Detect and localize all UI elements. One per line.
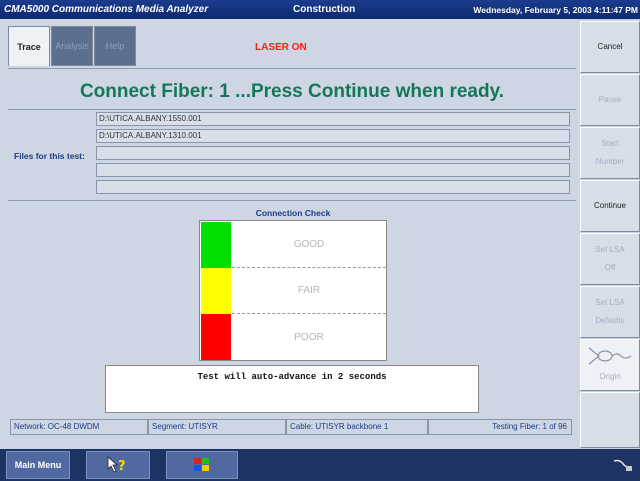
empty-button[interactable]: [580, 392, 640, 448]
tab-analysis[interactable]: Analysis: [51, 26, 93, 66]
network-status: Network: OC-48 DWDM: [10, 419, 148, 435]
testing-status: Testing Fiber: 1 of 96: [428, 419, 572, 435]
connection-meter: GOOD FAIR POOR: [199, 220, 387, 361]
datetime: Wednesday, February 5, 2003 4:11:47 PM: [473, 4, 638, 15]
connector-icon[interactable]: [612, 457, 634, 473]
tab-help[interactable]: Help: [94, 26, 136, 66]
cancel-label: Cancel: [597, 42, 623, 51]
main-menu-label: Main Menu: [14, 460, 62, 470]
continue-button[interactable]: Continue: [580, 180, 640, 232]
help-button[interactable]: ?: [86, 451, 150, 479]
pause-label: Pause: [598, 95, 622, 104]
pause-button[interactable]: Pause: [580, 74, 640, 126]
file-row: D:\UTICA.ALBANY.1310.001: [96, 129, 570, 143]
title-bar: CMA5000 Communications Media Analyzer Co…: [0, 0, 640, 19]
set-lsa-off-button[interactable]: Set LSA Off: [580, 233, 640, 285]
divider: [8, 109, 576, 110]
windows-flag-icon: [194, 458, 209, 471]
level-good: GOOD: [232, 222, 386, 268]
connect-prompt: Connect Fiber: 1 ...Press Continue when …: [79, 81, 505, 102]
svg-text:?: ?: [118, 459, 126, 474]
file-row: [96, 180, 570, 194]
pointer-question-icon: ?: [107, 456, 126, 474]
connection-check-title: Connection Check: [255, 208, 331, 218]
main-menu-button[interactable]: Main Menu: [6, 451, 70, 479]
cancel-button[interactable]: Cancel: [580, 21, 640, 73]
set-lsa-defaults-button[interactable]: Set LSA Defaults: [580, 286, 640, 338]
fair-indicator: [201, 268, 231, 314]
app-title: CMA5000 Communications Media Analyzer: [4, 4, 209, 15]
status-bar: Network: OC-48 DWDM Segment: UTISYR Cabl…: [10, 419, 572, 435]
divider: [8, 68, 576, 69]
defaults-label: Defaults: [595, 316, 625, 325]
origin-button[interactable]: Origin: [580, 339, 640, 391]
divider: [8, 200, 576, 201]
action-sidebar: Cancel Pause Start Number Continue Set L…: [580, 19, 640, 449]
mode-label: Construction: [293, 4, 356, 15]
off-label: Off: [604, 263, 616, 272]
laser-status: LASER ON: [255, 42, 307, 53]
level-poor: POOR: [294, 331, 324, 343]
cable-status: Cable: UTISYR backbone 1: [286, 419, 428, 435]
taskbar: Main Menu ?: [0, 449, 640, 481]
number-label: Number: [595, 157, 625, 166]
main-panel: Trace Analysis Help LASER ON Connect Fib…: [0, 19, 580, 449]
origin-label: Origin: [599, 372, 621, 381]
level-fair: FAIR: [232, 268, 386, 314]
segment-status: Segment: UTISYR: [148, 419, 286, 435]
windows-button[interactable]: [166, 451, 238, 479]
file-row: D:\UTICA.ALBANY.1550.001: [96, 112, 570, 126]
tab-bar: Trace Analysis Help: [8, 26, 137, 66]
tab-trace[interactable]: Trace: [8, 26, 50, 66]
good-indicator: [201, 222, 231, 268]
start-label: Start: [601, 139, 619, 148]
fiber-origin-icon: [588, 347, 632, 365]
auto-advance-message: Test will auto-advance in 2 seconds: [105, 365, 479, 413]
poor-indicator: [201, 314, 231, 360]
files-label: Files for this test:: [14, 151, 85, 161]
file-row: [96, 163, 570, 177]
set-lsa-label: Set LSA: [595, 298, 625, 307]
continue-label: Continue: [593, 201, 627, 210]
file-row: [96, 146, 570, 160]
start-number-button[interactable]: Start Number: [580, 127, 640, 179]
set-lsa-label: Set LSA: [595, 245, 625, 254]
